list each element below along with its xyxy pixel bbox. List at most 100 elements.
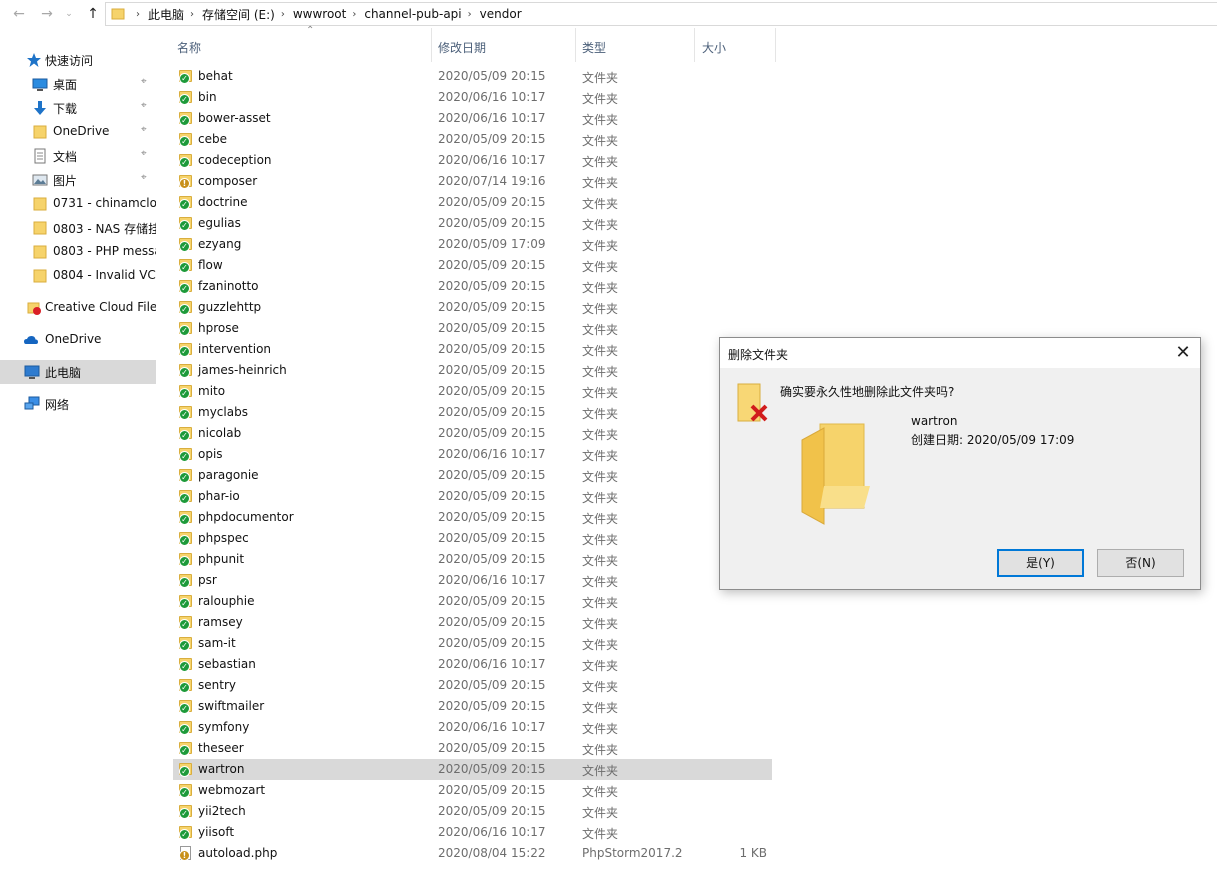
file-row[interactable]: ✓ james-heinrich 2020/05/09 20:15 文件夹 [173, 360, 772, 381]
file-row[interactable]: ! composer 2020/07/14 19:16 文件夹 [173, 171, 772, 192]
back-button[interactable]: ← [10, 5, 28, 23]
folder-icon: ✓ [179, 678, 193, 693]
file-row[interactable]: ✓ codeception 2020/06/16 10:17 文件夹 [173, 150, 772, 171]
file-row[interactable]: ✓ egulias 2020/05/09 20:15 文件夹 [173, 213, 772, 234]
file-row[interactable]: ✓ cebe 2020/05/09 20:15 文件夹 [173, 129, 772, 150]
file-name: wartron [198, 762, 245, 776]
folder-icon: ✓ [179, 741, 193, 756]
file-row[interactable]: ✓ theseer 2020/05/09 20:15 文件夹 [173, 738, 772, 759]
file-row[interactable]: ✓ fzaninotto 2020/05/09 20:15 文件夹 [173, 276, 772, 297]
sidebar-item[interactable]: 0803 - PHP messa [0, 240, 156, 264]
file-row[interactable]: ✓ webmozart 2020/05/09 20:15 文件夹 [173, 780, 772, 801]
file-row[interactable]: ✓ intervention 2020/05/09 20:15 文件夹 [173, 339, 772, 360]
chevron-right-icon[interactable]: › [275, 9, 293, 20]
sidebar-item-label: 0803 - NAS 存储挂 [53, 222, 156, 236]
file-row[interactable]: ✓ psr 2020/06/16 10:17 文件夹 [173, 570, 772, 591]
no-button[interactable]: 否(N) [1097, 549, 1184, 577]
file-modified: 2020/05/09 20:15 [438, 426, 546, 440]
chevron-right-icon[interactable]: › [462, 9, 480, 20]
file-row[interactable]: ✓ phpspec 2020/05/09 20:15 文件夹 [173, 528, 772, 549]
file-row[interactable]: ✓ guzzlehttp 2020/05/09 20:15 文件夹 [173, 297, 772, 318]
breadcrumb-item[interactable]: vendor [480, 7, 522, 21]
up-button[interactable]: ↑ [84, 5, 102, 23]
file-row[interactable]: ✓ ezyang 2020/05/09 17:09 文件夹 [173, 234, 772, 255]
sidebar-onedrive[interactable]: OneDrive [0, 328, 156, 352]
column-header-row: 名称 ⌃ 修改日期 类型 大小 [160, 25, 780, 64]
file-type: 文件夹 [582, 155, 619, 169]
file-row[interactable]: ✓ sam-it 2020/05/09 20:15 文件夹 [173, 633, 772, 654]
breadcrumb-item[interactable]: 存储空间 (E:) [202, 6, 275, 23]
chevron-right-icon[interactable]: › [130, 9, 148, 20]
forward-button[interactable]: → [38, 5, 56, 23]
star-icon [27, 53, 41, 67]
file-row[interactable]: ✓ symfony 2020/06/16 10:17 文件夹 [173, 717, 772, 738]
file-row[interactable]: ✓ phpdocumentor 2020/05/09 20:15 文件夹 [173, 507, 772, 528]
sidebar-quick-access[interactable]: 快速访问 [0, 48, 156, 72]
file-row[interactable]: ✓ ralouphie 2020/05/09 20:15 文件夹 [173, 591, 772, 612]
column-header-type[interactable]: 类型 [576, 28, 695, 62]
file-row[interactable]: ! autoload.php 2020/08/04 15:22 PhpStorm201… [173, 843, 772, 864]
file-type: 文件夹 [582, 344, 619, 358]
file-type: 文件夹 [582, 428, 619, 442]
file-row[interactable]: ✓ myclabs 2020/05/09 20:15 文件夹 [173, 402, 772, 423]
column-header-name[interactable]: 名称 ⌃ [168, 25, 432, 62]
file-row[interactable]: ✓ swiftmailer 2020/05/09 20:15 文件夹 [173, 696, 772, 717]
file-row[interactable]: ✓ behat 2020/05/09 20:15 文件夹 [173, 66, 772, 87]
sidebar-item[interactable]: 0804 - Invalid VCS [0, 264, 156, 288]
file-type: 文件夹 [582, 701, 619, 715]
folder-icon: ✓ [179, 825, 193, 840]
column-header-modified[interactable]: 修改日期 [432, 28, 576, 62]
file-modified: 2020/05/09 20:15 [438, 321, 546, 335]
file-type: 文件夹 [582, 71, 619, 85]
file-row[interactable]: ✓ sebastian 2020/06/16 10:17 文件夹 [173, 654, 772, 675]
file-row[interactable]: ✓ mito 2020/05/09 20:15 文件夹 [173, 381, 772, 402]
chevron-right-icon[interactable]: › [184, 9, 202, 20]
file-modified: 2020/05/09 20:15 [438, 699, 546, 713]
sidebar-item[interactable]: OneDrive ⌖ [0, 120, 156, 144]
sidebar-creative-cloud[interactable]: Creative Cloud Files [0, 296, 156, 320]
file-type: 文件夹 [582, 323, 619, 337]
file-row[interactable]: ✓ phar-io 2020/05/09 20:15 文件夹 [173, 486, 772, 507]
file-row[interactable]: ✓ opis 2020/06/16 10:17 文件夹 [173, 444, 772, 465]
address-bar[interactable]: › 此电脑 › 存储空间 (E:) › wwwroot › channel-pub-api › v… [105, 2, 1217, 26]
breadcrumb-item[interactable]: channel-pub-api [364, 7, 461, 21]
sidebar-quick-access-label: 快速访问 [45, 54, 94, 68]
sidebar-this-pc[interactable]: 此电脑 [0, 360, 156, 384]
file-row[interactable]: ✓ bin 2020/06/16 10:17 文件夹 [173, 87, 772, 108]
recent-locations-button[interactable]: ⌄ [60, 5, 78, 23]
computer-icon [24, 365, 40, 379]
file-row[interactable]: ✓ nicolab 2020/05/09 20:15 文件夹 [173, 423, 772, 444]
folder-icon: ✓ [179, 468, 193, 483]
sidebar-network[interactable]: 网络 [0, 392, 156, 416]
file-row[interactable]: ✓ ramsey 2020/05/09 20:15 文件夹 [173, 612, 772, 633]
sidebar-item[interactable]: 0731 - chinamclou [0, 192, 156, 216]
sidebar-item-label: 下载 [53, 102, 78, 116]
column-header-size[interactable]: 大小 [695, 28, 776, 62]
dialog-title-bar: 删除文件夹 ✕ [720, 338, 1200, 368]
sidebar-item[interactable]: 下载 ⌖ [0, 96, 156, 120]
sidebar-item[interactable]: 0803 - NAS 存储挂 [0, 216, 156, 240]
sync-ok-icon: ✓ [179, 367, 190, 378]
file-row[interactable]: ✓ yiisoft 2020/06/16 10:17 文件夹 [173, 822, 772, 843]
file-row[interactable]: ✓ paragonie 2020/05/09 20:15 文件夹 [173, 465, 772, 486]
dialog-close-button[interactable]: ✕ [1166, 338, 1200, 368]
file-row[interactable]: ✓ phpunit 2020/05/09 20:15 文件夹 [173, 549, 772, 570]
file-modified: 2020/05/09 20:15 [438, 783, 546, 797]
yes-button[interactable]: 是(Y) [997, 549, 1084, 577]
sidebar-item[interactable]: 桌面 ⌖ [0, 72, 156, 96]
breadcrumb-item[interactable]: 此电脑 [148, 6, 184, 23]
file-modified: 2020/08/04 15:22 [438, 846, 546, 860]
sync-ok-icon: ✓ [179, 451, 190, 462]
file-row[interactable]: ✓ bower-asset 2020/06/16 10:17 文件夹 [173, 108, 772, 129]
sidebar-item[interactable]: 文档 ⌖ [0, 144, 156, 168]
file-row[interactable]: ✓ yii2tech 2020/05/09 20:15 文件夹 [173, 801, 772, 822]
file-modified: 2020/05/09 20:15 [438, 594, 546, 608]
file-row[interactable]: ✓ sentry 2020/05/09 20:15 文件夹 [173, 675, 772, 696]
chevron-right-icon[interactable]: › [346, 9, 364, 20]
file-row[interactable]: ✓ wartron 2020/05/09 20:15 文件夹 [173, 759, 772, 780]
file-row[interactable]: ✓ doctrine 2020/05/09 20:15 文件夹 [173, 192, 772, 213]
sidebar-item[interactable]: 图片 ⌖ [0, 168, 156, 192]
breadcrumb-item[interactable]: wwwroot [293, 7, 347, 21]
file-row[interactable]: ✓ flow 2020/05/09 20:15 文件夹 [173, 255, 772, 276]
file-row[interactable]: ✓ hprose 2020/05/09 20:15 文件夹 [173, 318, 772, 339]
